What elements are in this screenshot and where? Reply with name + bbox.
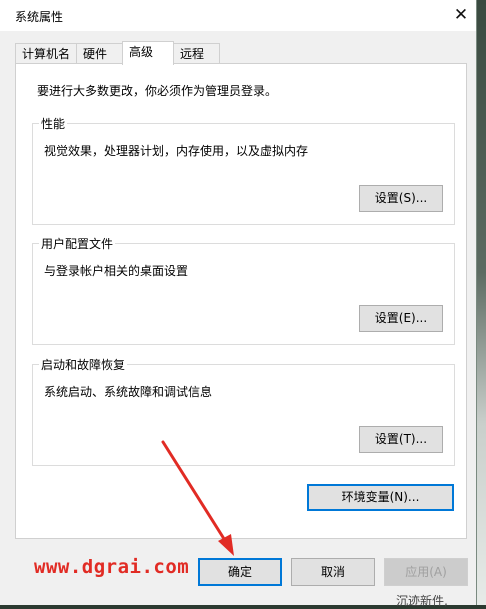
environment-variables-button[interactable]: 环境变量(N)... bbox=[307, 484, 454, 511]
tab-label: 远程 bbox=[180, 47, 205, 61]
window-title: 系统属性 bbox=[15, 10, 64, 24]
performance-settings-button[interactable]: 设置(S)... bbox=[359, 185, 443, 212]
user-profiles-description: 与登录帐户相关的桌面设置 bbox=[44, 264, 189, 278]
performance-description: 视觉效果，处理器计划，内存使用，以及虚拟内存 bbox=[44, 144, 309, 158]
close-icon: ✕ bbox=[453, 5, 469, 25]
title-bar: 系统属性 ✕ bbox=[0, 0, 476, 31]
site-watermark: www.dgrai.com bbox=[34, 556, 190, 578]
advanced-tab-panel: 要进行大多数更改，你必须作为管理员登录。 性能 视觉效果，处理器计划，内存使用，… bbox=[15, 63, 467, 539]
close-button[interactable]: ✕ bbox=[446, 0, 476, 31]
background-window-text: 沉迹新件, bbox=[396, 594, 448, 608]
performance-group: 性能 视觉效果，处理器计划，内存使用，以及虚拟内存 设置(S)... bbox=[32, 115, 455, 225]
startup-recovery-settings-button[interactable]: 设置(T)... bbox=[359, 426, 443, 453]
ok-button[interactable]: 确定 bbox=[198, 558, 282, 586]
tab-label: 计算机名 bbox=[22, 47, 71, 61]
startup-recovery-title: 启动和故障恢复 bbox=[39, 356, 128, 373]
startup-recovery-description: 系统启动、系统故障和调试信息 bbox=[44, 385, 213, 399]
tab-computer-name[interactable]: 计算机名 bbox=[15, 43, 77, 63]
background-window-strip bbox=[477, 0, 486, 605]
admin-notice: 要进行大多数更改，你必须作为管理员登录。 bbox=[37, 84, 278, 98]
cancel-button[interactable]: 取消 bbox=[291, 558, 375, 586]
startup-recovery-group: 启动和故障恢复 系统启动、系统故障和调试信息 设置(T)... bbox=[32, 356, 455, 466]
performance-title: 性能 bbox=[39, 115, 68, 132]
tab-advanced[interactable]: 高级 bbox=[122, 41, 174, 65]
tab-hardware[interactable]: 硬件 bbox=[76, 43, 123, 63]
user-profiles-settings-button[interactable]: 设置(E)... bbox=[359, 305, 443, 332]
tab-label: 硬件 bbox=[83, 47, 108, 61]
tab-label: 高级 bbox=[129, 45, 154, 59]
apply-button[interactable]: 应用(A) bbox=[384, 558, 468, 586]
user-profiles-title: 用户配置文件 bbox=[39, 235, 116, 252]
user-profiles-group: 用户配置文件 与登录帐户相关的桌面设置 设置(E)... bbox=[32, 235, 455, 345]
tab-remote[interactable]: 远程 bbox=[173, 43, 220, 63]
system-properties-dialog: 系统属性 ✕ 计算机名 硬件 高级 远程 要进行大多数更改，你必须作为管理员登录… bbox=[0, 0, 477, 605]
